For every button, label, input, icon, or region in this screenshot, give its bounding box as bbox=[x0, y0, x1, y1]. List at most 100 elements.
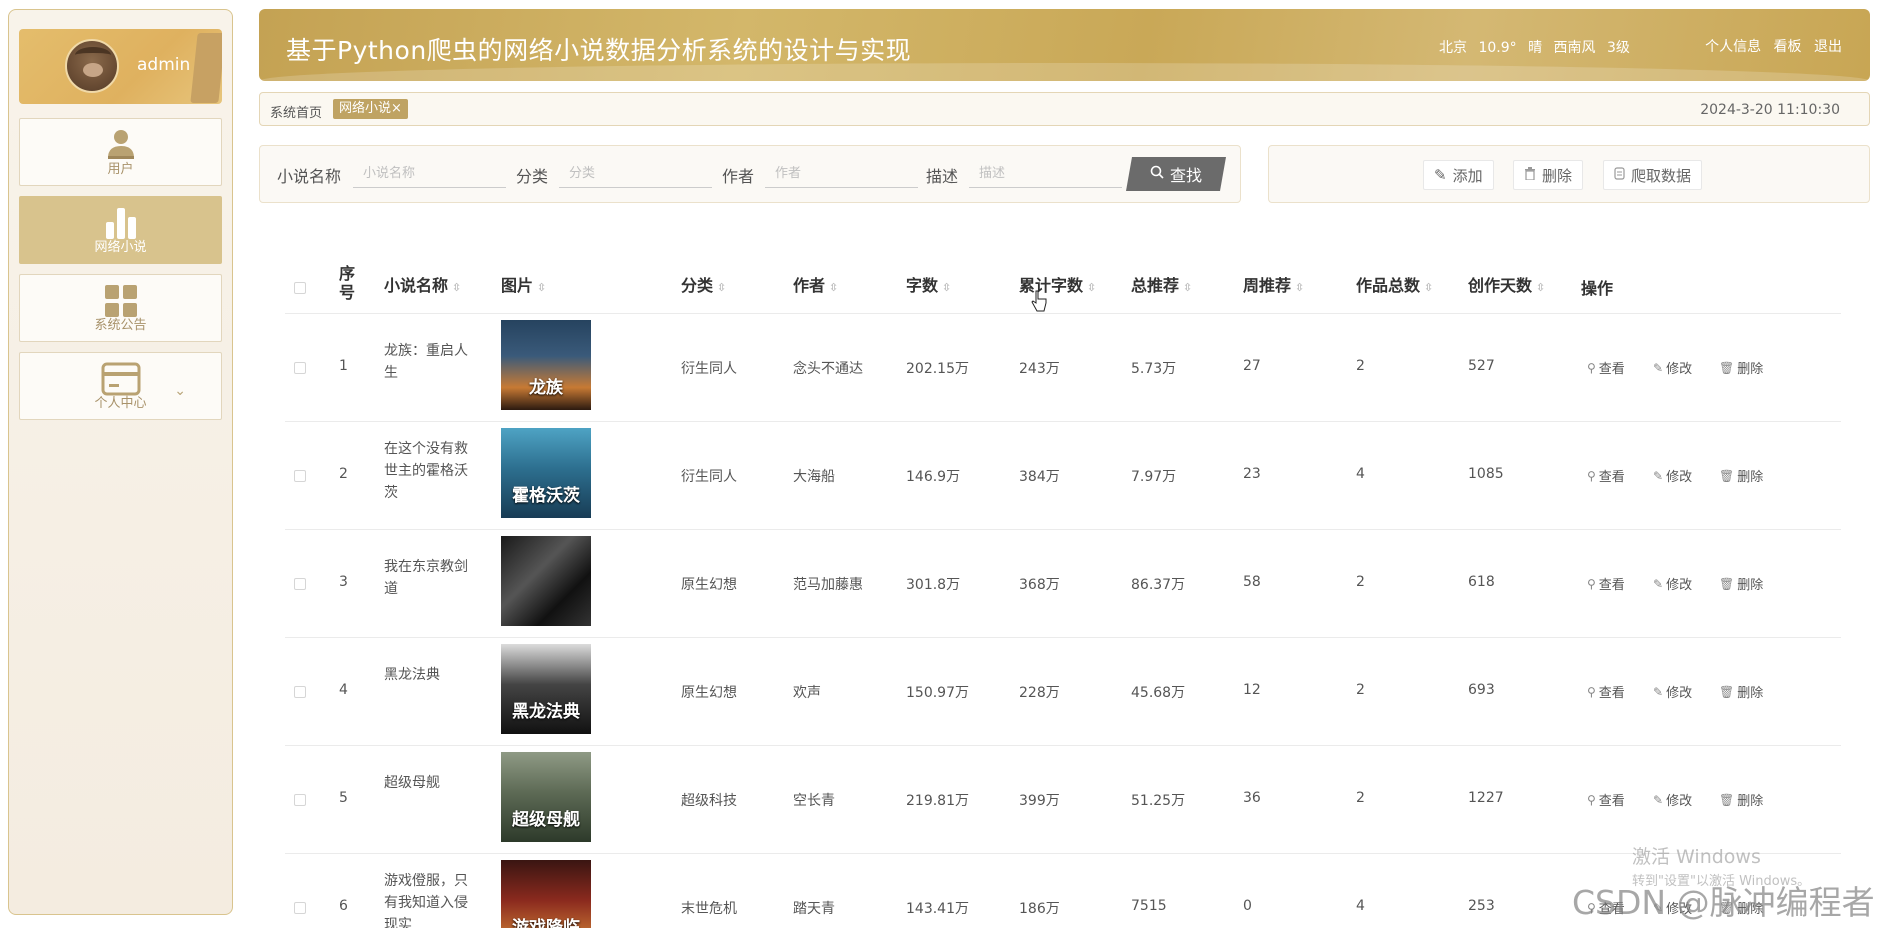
row-checkbox[interactable] bbox=[294, 578, 306, 590]
cell-category: 原生幻想 bbox=[681, 685, 737, 701]
delete-label: 删除 bbox=[1737, 470, 1764, 485]
avatar[interactable] bbox=[65, 39, 119, 93]
action-panel: ✎ 添加 删除 爬取数据 bbox=[1268, 145, 1870, 203]
sidebar-item-profile[interactable]: ⌄ 个人中心 bbox=[19, 352, 222, 420]
view-button[interactable]: ⚲ 查看 bbox=[1587, 682, 1625, 702]
cell-words: 150.97万 bbox=[906, 685, 969, 701]
row-delete-button[interactable]: 🗑 删除 bbox=[1719, 682, 1763, 702]
cell-cover-image[interactable]: 超级母舰 bbox=[501, 752, 591, 842]
view-button[interactable]: ⚲ 查看 bbox=[1587, 574, 1625, 594]
row-checkbox[interactable] bbox=[294, 470, 306, 482]
row-delete-button[interactable]: 🗑 删除 bbox=[1719, 466, 1764, 486]
edit-button[interactable]: ✎ 修改 bbox=[1653, 466, 1692, 486]
cell-no: 1 bbox=[339, 358, 348, 374]
cell-cover-image[interactable]: 游戏降临 bbox=[501, 860, 591, 928]
view-button[interactable]: ⚲ 查看 bbox=[1587, 466, 1625, 486]
select-all-checkbox[interactable] bbox=[294, 282, 306, 294]
search-icon: ⚲ bbox=[1587, 792, 1596, 807]
cell-week-rec: 36 bbox=[1243, 790, 1261, 806]
sidebar-item-users[interactable]: 用户 bbox=[19, 118, 222, 186]
row-delete-button[interactable]: 🗑 删除 bbox=[1719, 790, 1763, 810]
th-week-rec[interactable]: 周推荐 ⇳ bbox=[1243, 272, 1304, 296]
cell-week-rec: 23 bbox=[1243, 466, 1261, 482]
author-search-input[interactable] bbox=[765, 160, 918, 188]
cell-cover-image[interactable]: 黑龙法典 bbox=[501, 644, 591, 734]
edit-button[interactable]: ✎ 修改 bbox=[1653, 358, 1692, 378]
cell-name: 龙族：重启人生 bbox=[384, 343, 468, 381]
logout-link[interactable]: 退出 bbox=[1814, 39, 1842, 55]
row-checkbox[interactable] bbox=[294, 686, 306, 698]
row-checkbox[interactable] bbox=[294, 902, 306, 914]
th-category[interactable]: 分类 ⇳ bbox=[681, 272, 726, 296]
crawl-button[interactable]: 爬取数据 bbox=[1603, 160, 1703, 190]
weather-wind: 西南风 bbox=[1553, 40, 1596, 56]
cell-days: 618 bbox=[1468, 574, 1495, 590]
cell-no: 2 bbox=[339, 466, 348, 482]
th-image[interactable]: 图片 ⇳ bbox=[501, 272, 546, 296]
add-button[interactable]: ✎ 添加 bbox=[1423, 160, 1494, 190]
th-days[interactable]: 创作天数 ⇳ bbox=[1468, 272, 1545, 296]
cell-week-rec: 27 bbox=[1243, 358, 1261, 374]
category-search-input[interactable] bbox=[559, 160, 712, 188]
delete-button[interactable]: 删除 bbox=[1513, 160, 1584, 190]
cell-cover-image[interactable]: 霍格沃茨 bbox=[501, 428, 591, 518]
cell-name: 我在东京教剑道 bbox=[384, 559, 468, 597]
desc-search-input[interactable] bbox=[969, 160, 1122, 188]
weather-level: 3级 bbox=[1606, 40, 1630, 56]
view-label: 查看 bbox=[1598, 578, 1625, 593]
view-label: 查看 bbox=[1598, 794, 1625, 809]
th-name[interactable]: 小说名称 ⇳ bbox=[384, 272, 461, 296]
th-label: 周推荐 bbox=[1243, 276, 1292, 295]
edit-icon: ✎ bbox=[1434, 166, 1447, 184]
row-checkbox[interactable] bbox=[294, 794, 306, 806]
current-time: 2024-3-20 11:10:30 bbox=[1700, 102, 1840, 118]
trash-icon bbox=[1524, 166, 1536, 184]
th-author[interactable]: 作者 ⇳ bbox=[793, 272, 838, 296]
cell-words: 219.81万 bbox=[906, 793, 969, 809]
sort-icon: ⇳ bbox=[1087, 281, 1097, 294]
view-button[interactable]: ⚲ 查看 bbox=[1587, 358, 1625, 378]
view-label: 查看 bbox=[1598, 362, 1625, 377]
trash-icon: 🗑 bbox=[1719, 576, 1735, 591]
name-search-input[interactable] bbox=[353, 160, 506, 188]
sidebar: admin 用户 网络小说 系统公告 ⌄ 个人中心 bbox=[8, 9, 233, 915]
th-no: 序号 bbox=[339, 264, 356, 302]
search-icon: ⚲ bbox=[1587, 576, 1596, 591]
trash-icon: 🗑 bbox=[1719, 360, 1735, 375]
edit-button[interactable]: ✎ 修改 bbox=[1653, 790, 1692, 810]
th-total-rec[interactable]: 总推荐 ⇳ bbox=[1131, 272, 1192, 296]
search-button[interactable]: 查找 bbox=[1126, 157, 1226, 191]
search-icon: ⚲ bbox=[1587, 468, 1596, 483]
row-delete-button[interactable]: 🗑 删除 bbox=[1719, 358, 1763, 378]
edit-button[interactable]: ✎ 修改 bbox=[1653, 574, 1692, 594]
th-words[interactable]: 字数 ⇳ bbox=[906, 272, 951, 296]
view-button[interactable]: ⚲ 查看 bbox=[1587, 790, 1625, 810]
trash-icon: 🗑 bbox=[1719, 468, 1735, 483]
edit-button[interactable]: ✎ 修改 bbox=[1653, 682, 1692, 702]
sidebar-item-novels[interactable]: 网络小说 bbox=[19, 196, 222, 264]
cell-cover-image[interactable] bbox=[501, 536, 591, 626]
tab-home[interactable]: 系统首页 bbox=[270, 102, 322, 121]
cell-name: 在这个没有救世主的霍格沃茨 bbox=[384, 441, 468, 501]
th-label: 字数 bbox=[906, 276, 939, 295]
search-label-author: 作者 bbox=[722, 167, 755, 186]
search-label-name: 小说名称 bbox=[277, 167, 342, 186]
user-card[interactable]: admin bbox=[19, 29, 222, 104]
view-label: 查看 bbox=[1598, 470, 1625, 485]
cell-works: 4 bbox=[1356, 898, 1365, 914]
profile-link[interactable]: 个人信息 bbox=[1705, 39, 1761, 55]
dashboard-link[interactable]: 看板 bbox=[1774, 39, 1802, 55]
row-delete-button[interactable]: 🗑 删除 bbox=[1719, 574, 1763, 594]
sort-icon: ⇳ bbox=[942, 281, 952, 294]
th-works[interactable]: 作品总数 ⇳ bbox=[1356, 272, 1433, 296]
crawl-button-label: 爬取数据 bbox=[1631, 166, 1692, 185]
cell-cover-image[interactable]: 龙族 bbox=[501, 320, 591, 410]
cell-words: 146.9万 bbox=[906, 469, 961, 485]
mouse-cursor-icon bbox=[1031, 290, 1047, 316]
sidebar-item-label: 个人中心 bbox=[94, 396, 147, 411]
cell-total-rec: 5.73万 bbox=[1131, 361, 1177, 377]
sidebar-item-announcements[interactable]: 系统公告 bbox=[19, 274, 222, 342]
weather-temp: 10.9° bbox=[1478, 40, 1517, 56]
tab-novels[interactable]: 网络小说× bbox=[333, 99, 408, 119]
row-checkbox[interactable] bbox=[294, 362, 306, 374]
